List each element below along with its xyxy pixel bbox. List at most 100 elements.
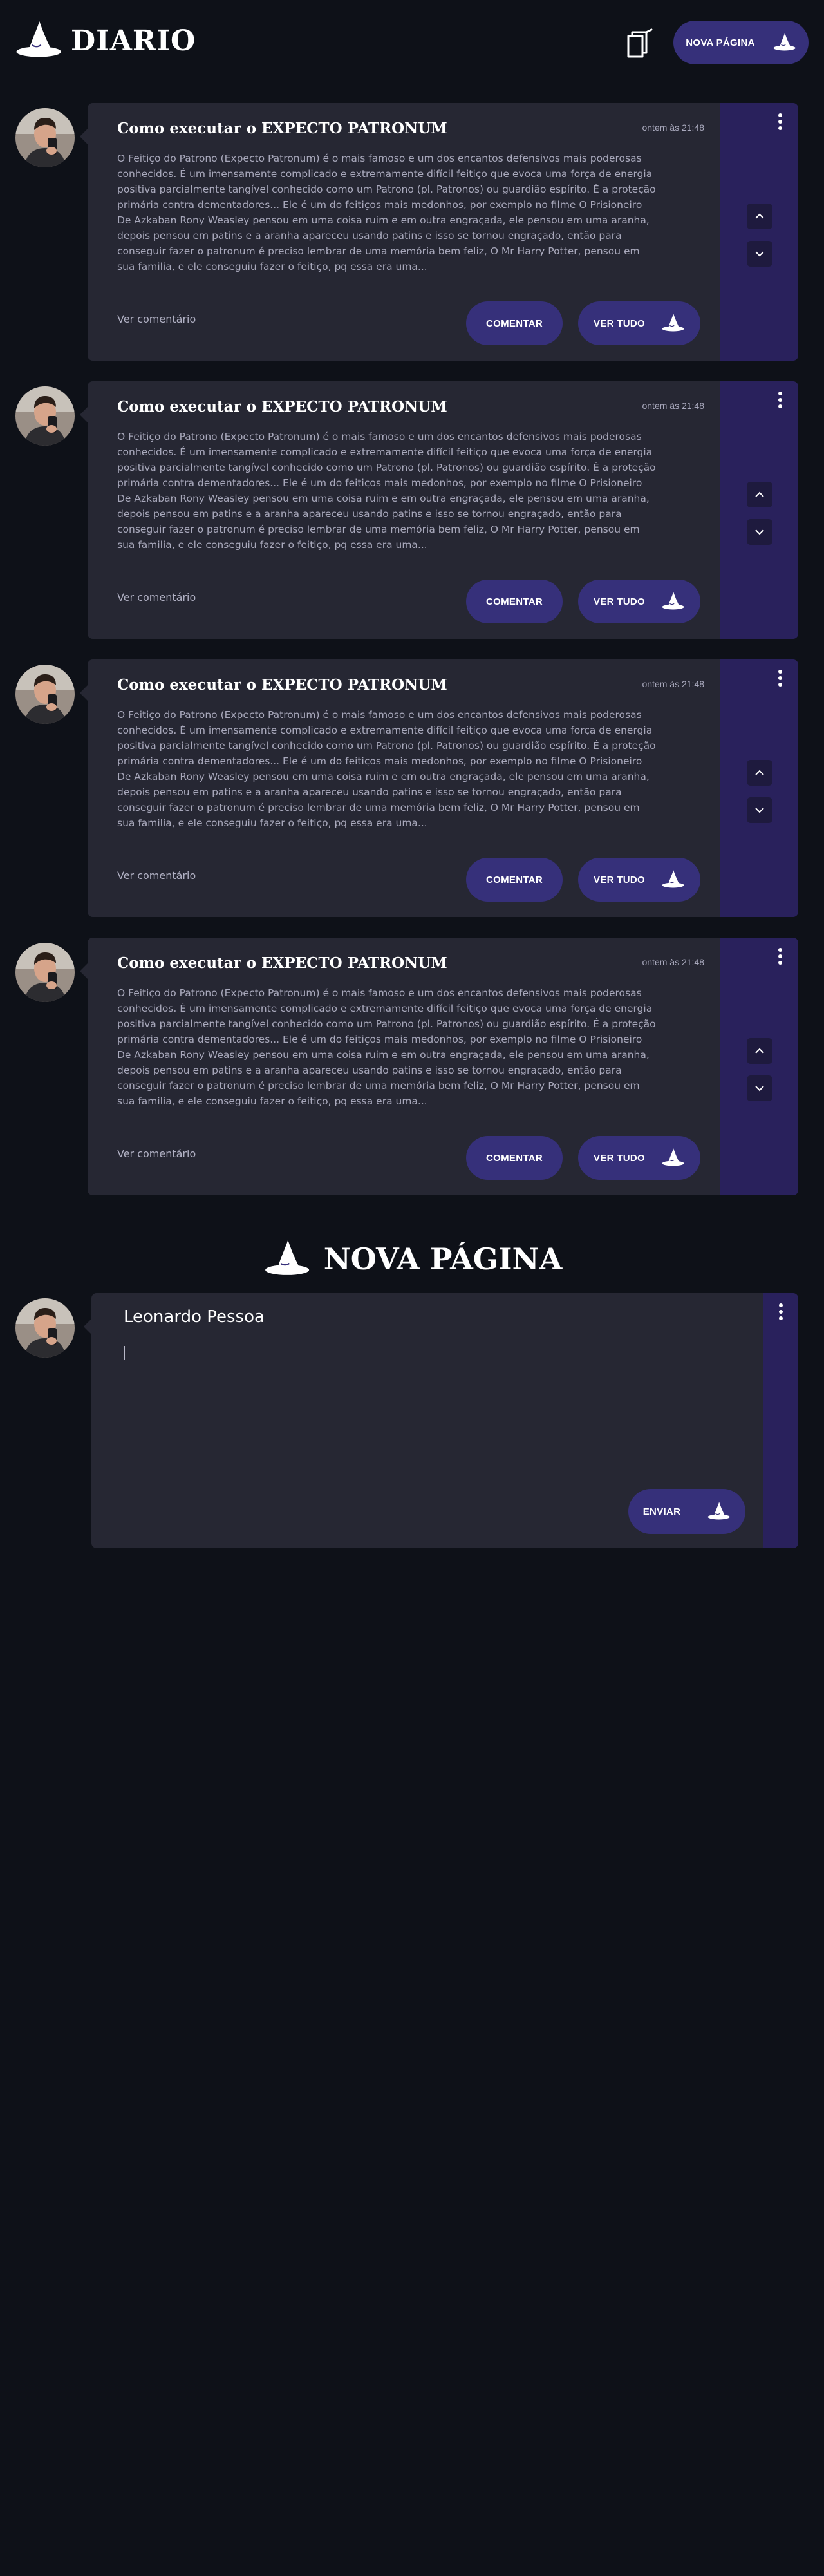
more-options-button[interactable] [774,389,787,411]
move-down-button[interactable] [747,519,772,545]
chevron-up-icon [755,491,764,497]
new-page-button[interactable]: NOVA PÁGINA [673,21,809,64]
vertical-dots-icon [778,670,782,674]
post-timestamp: ontem às 21:48 [642,122,704,133]
post-title: Como executar o EXPECTO PATRONUM [117,954,447,972]
chevron-down-icon [755,251,764,257]
post-timestamp: ontem às 21:48 [642,679,704,689]
wizard-hat-icon [262,1237,311,1281]
chevron-up-icon [755,770,764,775]
post: Como executar o EXPECTO PATRONUM ontem à… [0,381,824,639]
view-all-button-label: VER TUDO [594,1152,645,1164]
view-all-button-label: VER TUDO [594,596,645,607]
chevron-down-icon [755,529,764,535]
post-actions-rail [720,381,798,639]
more-options-button[interactable] [774,1301,787,1323]
post-actions-rail [720,938,798,1195]
chevron-down-icon [755,808,764,813]
view-all-button-label: VER TUDO [594,874,645,886]
send-button-label: ENVIAR [642,1506,681,1517]
comment-button-label: COMENTAR [486,1152,543,1164]
comment-button[interactable]: COMENTAR [466,1136,563,1180]
move-up-button[interactable] [747,1038,772,1064]
comment-button-label: COMENTAR [486,874,543,886]
post-actions-rail [720,659,798,917]
comment-button-label: COMENTAR [486,317,543,329]
move-up-button[interactable] [747,204,772,229]
post-actions-rail [720,103,798,361]
post-title: Como executar o EXPECTO PATRONUM [117,398,447,415]
new-page-button-label: NOVA PÁGINA [686,37,755,48]
post-card: Como executar o EXPECTO PATRONUM ontem à… [80,938,720,1195]
section-title: NOVA PÁGINA [323,1242,563,1276]
comment-button[interactable]: COMENTAR [466,580,563,623]
brand[interactable]: DIARIO [14,18,196,63]
move-down-button[interactable] [747,1075,772,1101]
avatar[interactable] [15,108,75,167]
new-page-heading: NOVA PÁGINA [0,1230,824,1288]
composer-card: Leonardo Pessoa ENVIAR [84,1293,763,1548]
new-page-composer: Leonardo Pessoa ENVIAR [0,1293,824,1551]
app-title: DIARIO [71,24,196,57]
avatar[interactable] [15,1298,75,1358]
wizard-hat-icon [772,32,796,53]
more-options-button[interactable] [774,945,787,967]
wizard-hat-icon [14,18,62,63]
avatar[interactable] [15,665,75,724]
wizard-hat-icon [660,312,685,334]
avatar[interactable] [15,386,75,446]
comment-button[interactable]: COMENTAR [466,858,563,902]
wizard-hat-icon [660,869,685,891]
move-up-button[interactable] [747,482,772,507]
post-title: Como executar o EXPECTO PATRONUM [117,676,447,694]
post: Como executar o EXPECTO PATRONUM ontem à… [0,103,824,361]
view-all-button-label: VER TUDO [594,317,645,329]
post: Como executar o EXPECTO PATRONUM ontem à… [0,659,824,917]
post-timestamp: ontem às 21:48 [642,401,704,411]
view-all-button[interactable]: VER TUDO [578,580,700,623]
post-title: Como executar o EXPECTO PATRONUM [117,120,447,137]
comment-button-label: COMENTAR [486,596,543,607]
send-button[interactable]: ENVIAR [628,1489,745,1534]
move-up-button[interactable] [747,760,772,786]
view-comment-link[interactable]: Ver comentário [117,591,196,603]
page-content-input[interactable] [124,1341,744,1482]
chevron-up-icon [755,1048,764,1054]
app-header: DIARIO NOVA PÁGINA [0,0,824,84]
author-name: Leonardo Pessoa [124,1307,265,1327]
chevron-down-icon [755,1086,764,1092]
post-card: Como executar o EXPECTO PATRONUM ontem à… [80,659,720,917]
view-all-button[interactable]: VER TUDO [578,858,700,902]
move-down-button[interactable] [747,797,772,823]
wizard-hat-icon [660,1147,685,1169]
view-comment-link[interactable]: Ver comentário [117,1148,196,1160]
post-body: O Feitiço do Patrono (Expecto Patronum) … [117,987,656,1107]
post-card: Como executar o EXPECTO PATRONUM ontem à… [80,381,720,639]
post: Como executar o EXPECTO PATRONUM ontem à… [0,938,824,1195]
vertical-dots-icon [779,1303,783,1307]
wizard-hat-icon [706,1501,731,1522]
post-timestamp: ontem às 21:48 [642,957,704,967]
more-options-button[interactable] [774,667,787,689]
post-body: O Feitiço do Patrono (Expecto Patronum) … [117,709,656,829]
post-body: O Feitiço do Patrono (Expecto Patronum) … [117,431,656,551]
text-caret [124,1346,125,1360]
comment-button[interactable]: COMENTAR [466,301,563,345]
composer-actions-rail [763,1293,798,1548]
post-card: Como executar o EXPECTO PATRONUM ontem à… [80,103,720,361]
view-all-button[interactable]: VER TUDO [578,301,700,345]
chevron-up-icon [755,213,764,219]
wizard-hat-icon [660,591,685,612]
more-options-button[interactable] [774,111,787,133]
vertical-dots-icon [778,392,782,395]
post-body: O Feitiço do Patrono (Expecto Patronum) … [117,153,656,272]
view-comment-link[interactable]: Ver comentário [117,313,196,325]
vertical-dots-icon [778,948,782,952]
view-all-button[interactable]: VER TUDO [578,1136,700,1180]
notebook-icon [627,28,653,58]
vertical-dots-icon [778,113,782,117]
notebook-button[interactable] [622,26,658,62]
view-comment-link[interactable]: Ver comentário [117,869,196,882]
avatar[interactable] [15,943,75,1002]
move-down-button[interactable] [747,241,772,267]
